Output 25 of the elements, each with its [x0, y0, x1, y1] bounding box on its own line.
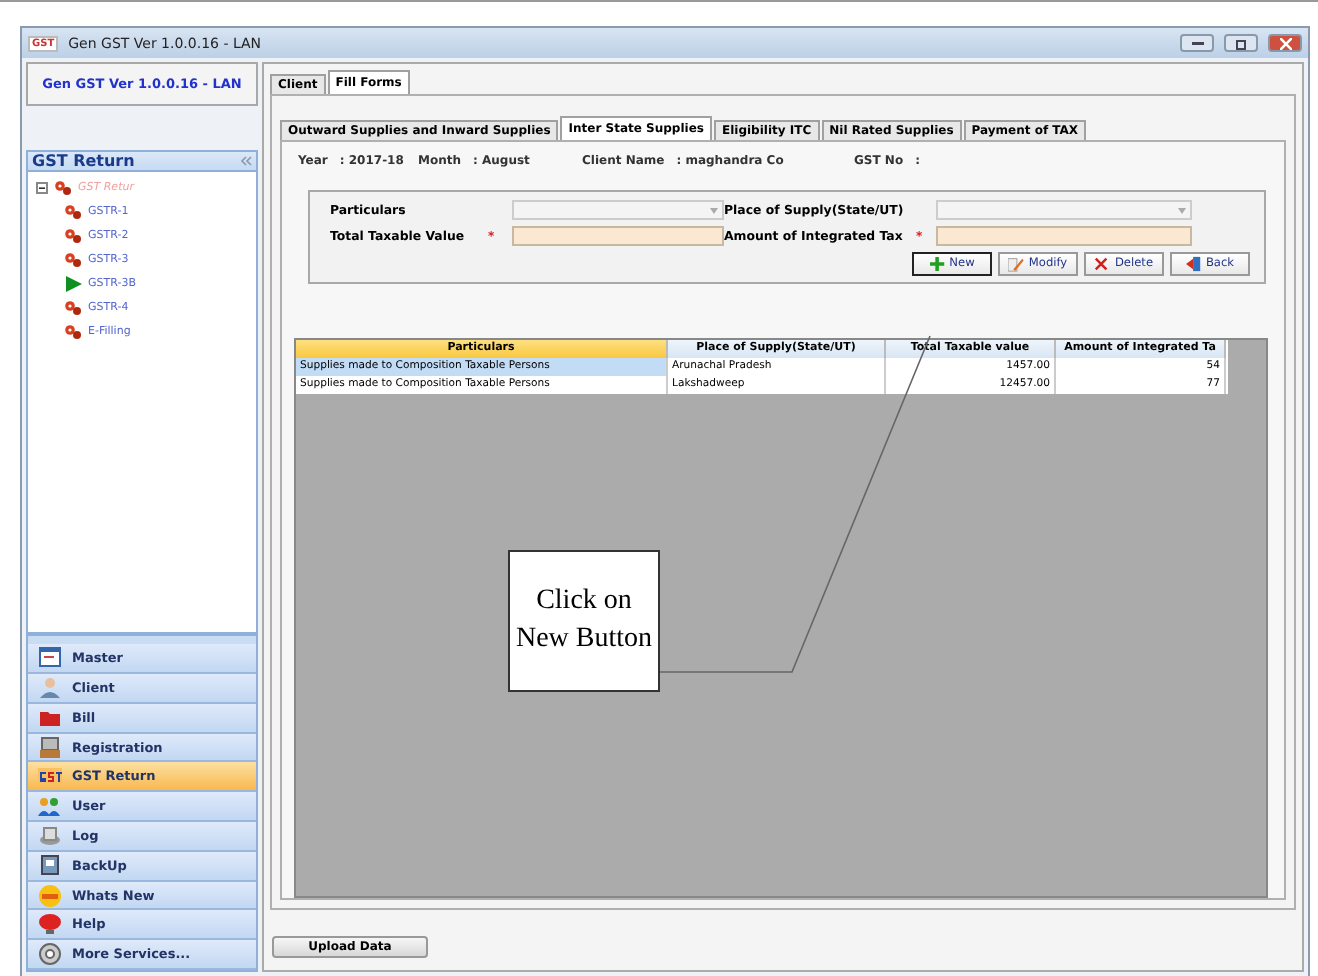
dropdown-arrow-icon: [1178, 207, 1186, 213]
close-button[interactable]: [1268, 34, 1302, 52]
collapse-icon[interactable]: [36, 181, 48, 194]
restore-icon: [1235, 37, 1247, 49]
input-field[interactable]: [936, 226, 1192, 246]
document-icon: [38, 646, 62, 671]
minimize-button[interactable]: [1180, 34, 1214, 52]
restore-button[interactable]: [1224, 34, 1258, 52]
dropdown-field[interactable]: [936, 200, 1192, 220]
dropdown-field[interactable]: [512, 200, 724, 220]
register-icon: [38, 735, 62, 760]
person-icon: [38, 675, 62, 700]
panel-title: GST Return: [26, 149, 258, 172]
input-field[interactable]: [512, 226, 724, 246]
plus-icon: [929, 256, 946, 272]
gst-logo-icon: [38, 764, 62, 789]
play-icon: [64, 275, 82, 292]
minimize-icon: [1191, 41, 1203, 45]
back-arrow-icon: [1185, 256, 1202, 272]
close-icon: [1279, 37, 1291, 49]
pencil-icon: [1008, 256, 1025, 272]
users-icon: [38, 794, 62, 819]
dropdown-arrow-icon: [710, 207, 718, 213]
callout-text: Click on New Button: [508, 550, 660, 692]
delete-icon: [1094, 256, 1111, 272]
